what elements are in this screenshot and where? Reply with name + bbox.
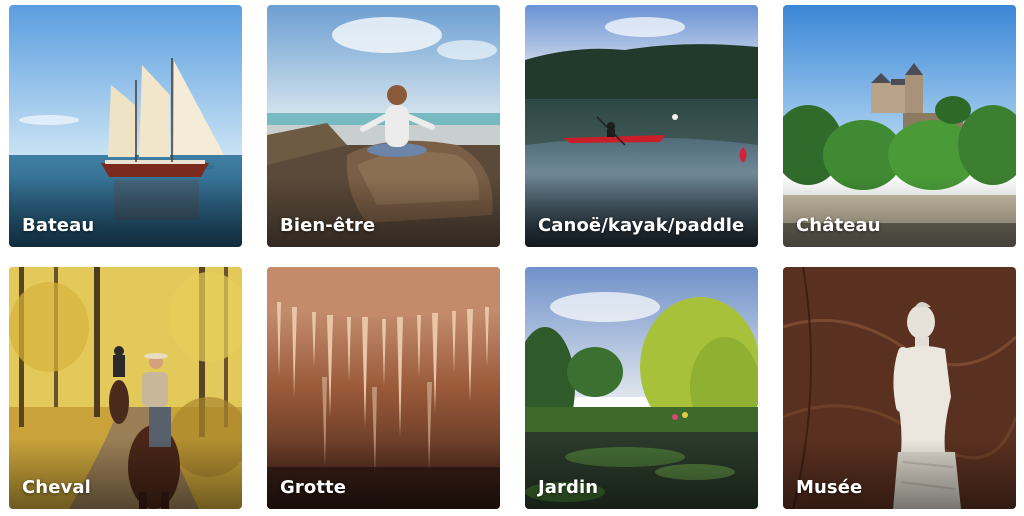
- tile-cheval[interactable]: Cheval: [9, 267, 242, 509]
- tile-bateau[interactable]: Bateau: [9, 5, 242, 247]
- tile-label: Bien-être: [280, 215, 376, 236]
- tile-label: Bateau: [22, 215, 95, 236]
- tile-musee[interactable]: Musée: [783, 267, 1016, 509]
- tile-label: Cheval: [22, 477, 91, 498]
- activity-grid: Bateau Bien-être Canoë/kayak/paddle Chât…: [0, 0, 1024, 516]
- tile-label: Canoë/kayak/paddle: [538, 215, 745, 236]
- tile-canoe-kayak-paddle[interactable]: Canoë/kayak/paddle: [525, 5, 758, 247]
- tile-label: Jardin: [538, 477, 599, 498]
- tile-chateau[interactable]: Château: [783, 5, 1016, 247]
- tile-label: Château: [796, 215, 881, 236]
- tile-label: Musée: [796, 477, 863, 498]
- tile-label: Grotte: [280, 477, 347, 498]
- tile-bien-etre[interactable]: Bien-être: [267, 5, 500, 247]
- tile-jardin[interactable]: Jardin: [525, 267, 758, 509]
- tile-grotte[interactable]: Grotte: [267, 267, 500, 509]
